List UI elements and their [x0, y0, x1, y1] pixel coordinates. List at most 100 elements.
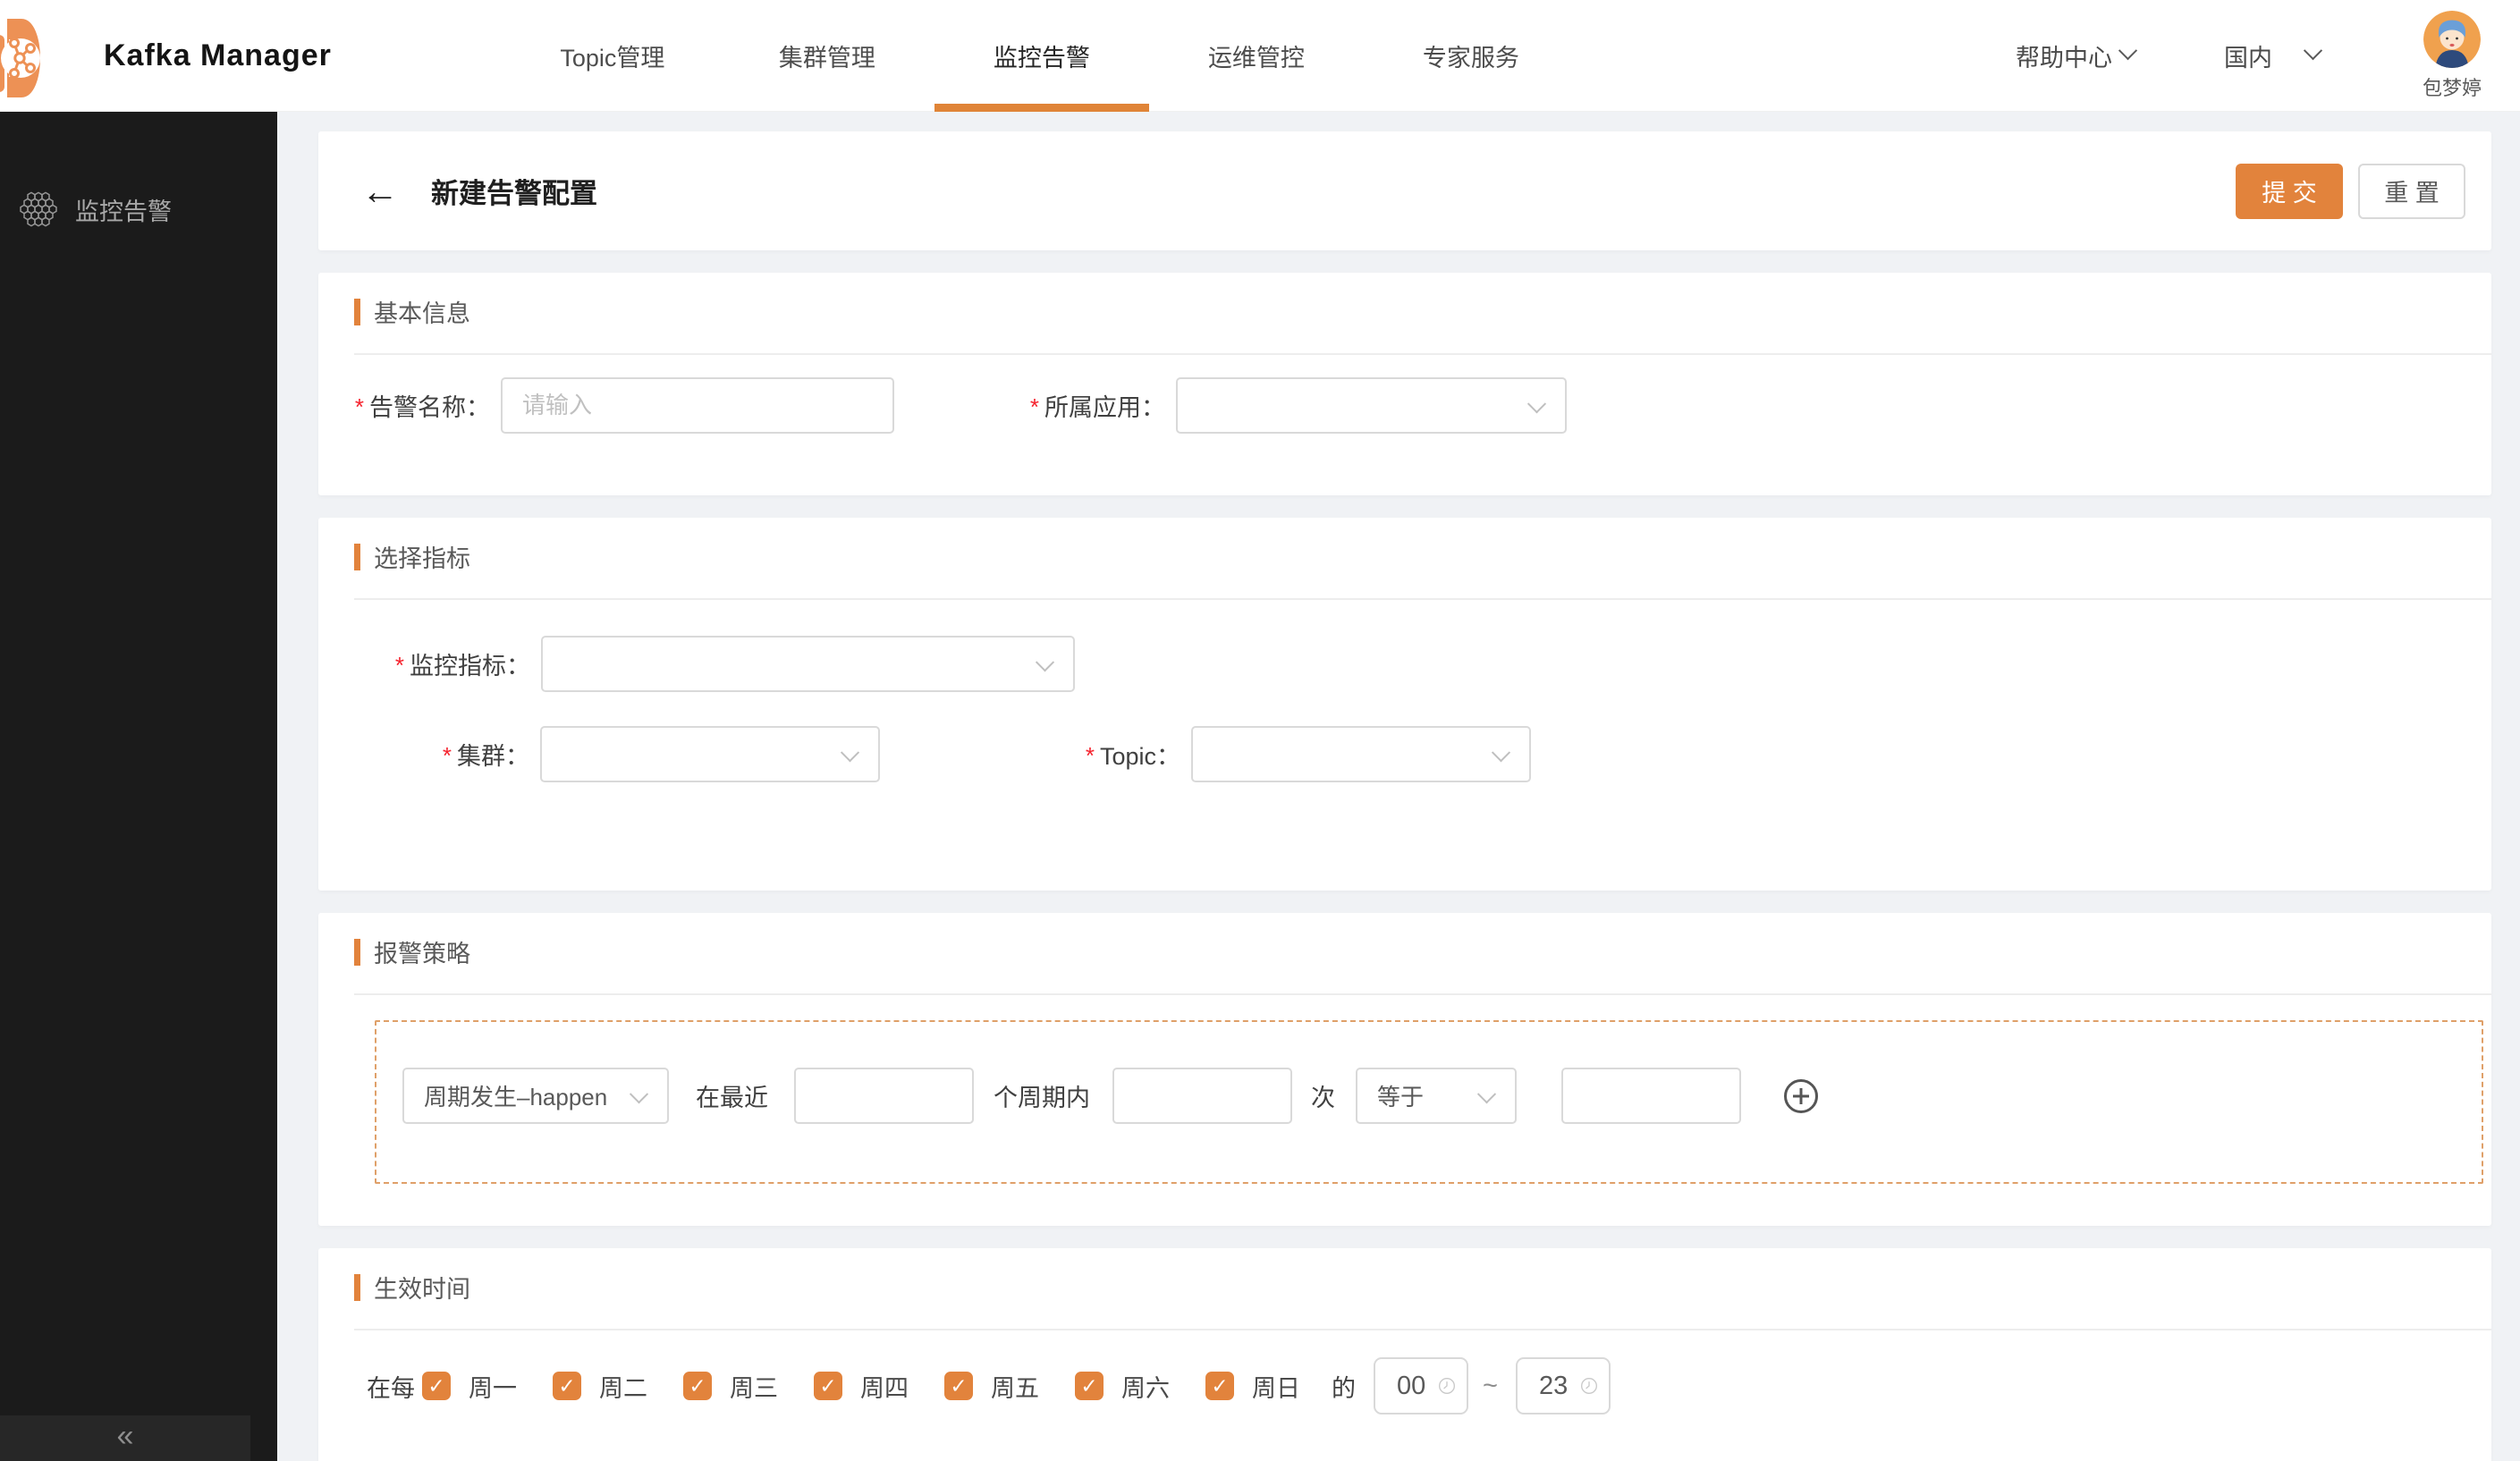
clock-icon — [1580, 1378, 1597, 1394]
day-label: 周二 — [599, 1374, 647, 1402]
required-mark: * — [1029, 393, 1039, 420]
basic-info-row: * 告警名称： * 所属应用： — [318, 377, 2491, 434]
user-menu[interactable]: 包梦婷 — [2422, 10, 2482, 101]
divider — [354, 353, 2491, 355]
end-time-input[interactable] — [1538, 1371, 1578, 1401]
honeycomb-icon — [20, 191, 57, 227]
day-label: 周四 — [860, 1374, 909, 1402]
alarm-name-label-box: * 告警名称： — [318, 388, 501, 423]
start-time-input[interactable] — [1397, 1371, 1436, 1401]
sunday-checkbox[interactable]: ✓ — [1205, 1372, 1234, 1400]
add-strategy-button[interactable] — [1784, 1078, 1818, 1113]
strategy-text-recent: 在最近 — [696, 1085, 768, 1111]
topic-select[interactable] — [1191, 726, 1531, 782]
chevron-down-icon — [1491, 742, 1511, 762]
chevron-down-icon — [1526, 393, 1547, 413]
section-accent-bar — [354, 938, 360, 966]
section-head: 生效时间 — [318, 1248, 2491, 1305]
back-arrow-icon[interactable]: ← — [361, 172, 399, 210]
main-content: ← 新建告警配置 提 交 重 置 基本信息 * 告警名称： * — [277, 112, 2520, 1461]
strategy-recent-input[interactable] — [794, 1068, 974, 1124]
avatar-illustration — [2423, 10, 2481, 68]
cluster-label: 集群： — [457, 743, 529, 770]
day-group-sunday: ✓ 周日 — [1205, 1369, 1300, 1404]
schedule-suffix: 的 — [1332, 1374, 1356, 1402]
cluster-select[interactable] — [540, 726, 880, 782]
day-group-thursday: ✓ 周四 — [814, 1369, 909, 1404]
day-label: 周六 — [1121, 1374, 1170, 1402]
app-logo-icon — [0, 19, 40, 97]
check-icon: ✓ — [1211, 1373, 1229, 1398]
region-menu[interactable]: 国内 — [2224, 38, 2323, 73]
start-time-picker[interactable] — [1374, 1357, 1468, 1415]
monitor-metric-row: * 监控指标： — [318, 636, 2491, 692]
section-accent-bar — [354, 298, 360, 325]
section-head: 报警策略 — [318, 913, 2491, 969]
strategy-type-select[interactable]: 周期发生–happen — [402, 1068, 669, 1124]
section-head: 基本信息 — [318, 273, 2491, 329]
alarm-name-label: 告警名称： — [369, 394, 490, 421]
strategy-type-select-value: 周期发生–happen — [424, 1084, 608, 1111]
saturday-checkbox[interactable]: ✓ — [1075, 1372, 1104, 1400]
required-mark: * — [1085, 742, 1095, 769]
day-label: 周五 — [991, 1374, 1039, 1402]
help-center-menu[interactable]: 帮助中心 — [2015, 38, 2138, 73]
app-select[interactable] — [1176, 377, 1567, 434]
required-mark: * — [354, 393, 364, 420]
avatar[interactable] — [2423, 10, 2481, 68]
section-accent-bar — [354, 1273, 360, 1301]
required-mark: * — [394, 652, 404, 679]
collapse-icon: « — [116, 1418, 134, 1453]
reset-button[interactable]: 重 置 — [2358, 163, 2465, 219]
monday-checkbox[interactable]: ✓ — [422, 1372, 451, 1400]
divider — [354, 1329, 2491, 1330]
strategy-threshold-input[interactable] — [1561, 1068, 1741, 1124]
sidebar-item-label: 监控告警 — [75, 198, 172, 225]
friday-checkbox[interactable]: ✓ — [944, 1372, 973, 1400]
nav-item-cluster[interactable]: 集群管理 — [720, 0, 934, 112]
strategy-row: 周期发生–happen 在最近 个周期内 次 等于 — [402, 1068, 1818, 1124]
alarm-name-input[interactable] — [501, 377, 894, 434]
day-group-tuesday: ✓ 周二 — [553, 1369, 647, 1404]
nav-item-monitor-alert[interactable]: 监控告警 — [934, 0, 1149, 112]
day-label: 周三 — [730, 1374, 778, 1402]
required-mark: * — [442, 742, 452, 769]
monitor-metric-select[interactable] — [541, 636, 1075, 692]
schedule-prefix: 在每 — [367, 1374, 415, 1402]
section-schedule: 生效时间 在每 ✓ 周一 ✓ 周二 ✓ 周三 ✓ 周四 ✓ 周五 ✓ 周六 ✓ … — [318, 1248, 2491, 1461]
thursday-checkbox[interactable]: ✓ — [814, 1372, 842, 1400]
section-title: 生效时间 — [374, 1276, 470, 1303]
monitor-metric-label: 监控指标： — [410, 653, 530, 680]
username: 包梦婷 — [2422, 76, 2482, 99]
main-nav: Topic管理 集群管理 监控告警 运维管控 专家服务 — [505, 0, 1578, 112]
check-icon: ✓ — [427, 1373, 445, 1398]
chevron-down-icon — [1476, 1084, 1497, 1103]
app-label: 所属应用： — [1044, 394, 1165, 421]
check-icon: ✓ — [950, 1373, 968, 1398]
check-icon: ✓ — [689, 1373, 706, 1398]
strategy-compare-select[interactable]: 等于 — [1356, 1068, 1517, 1124]
strategy-dashed-box: 周期发生–happen 在最近 个周期内 次 等于 — [375, 1020, 2483, 1184]
end-time-picker[interactable] — [1515, 1357, 1611, 1415]
sidebar-item-monitor-alert[interactable]: 监控告警 — [0, 190, 277, 228]
chevron-down-icon — [840, 742, 860, 762]
nav-item-ops[interactable]: 运维管控 — [1149, 0, 1364, 112]
divider — [354, 993, 2491, 995]
topic-label-box: * Topic： — [880, 737, 1191, 772]
strategy-text-times: 次 — [1311, 1085, 1335, 1111]
sidebar-collapse-button[interactable]: « — [0, 1415, 250, 1461]
tuesday-checkbox[interactable]: ✓ — [553, 1372, 581, 1400]
day-label: 周一 — [469, 1374, 517, 1402]
strategy-text-periods: 个周期内 — [994, 1085, 1090, 1111]
chevron-down-icon — [1035, 652, 1055, 671]
strategy-periods-input[interactable] — [1112, 1068, 1292, 1124]
help-center-label: 帮助中心 — [2015, 44, 2112, 72]
submit-button[interactable]: 提 交 — [2236, 163, 2343, 219]
cluster-topic-row: * 集群： * Topic： — [318, 726, 2491, 782]
nav-item-expert[interactable]: 专家服务 — [1364, 0, 1578, 112]
wednesday-checkbox[interactable]: ✓ — [683, 1372, 712, 1400]
navbar-right: 帮助中心 国内 包梦婷 — [2015, 10, 2520, 101]
nav-item-topic[interactable]: Topic管理 — [505, 0, 720, 112]
day-group-friday: ✓ 周五 — [944, 1369, 1039, 1404]
cluster-label-box: * 集群： — [318, 737, 540, 772]
